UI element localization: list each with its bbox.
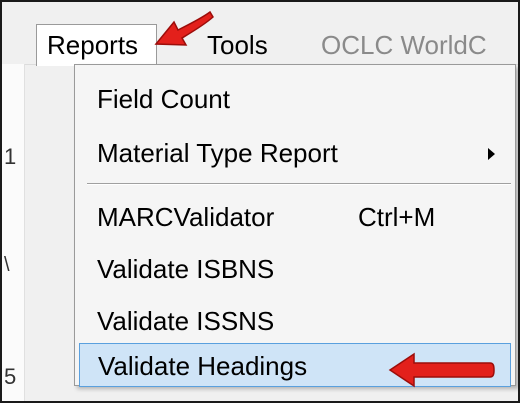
- background-content-strip: 1 \ 5 0919: [2, 64, 35, 401]
- menu-item-validate-issns[interactable]: Validate ISSNS: [75, 299, 515, 343]
- annotation-arrow-icon: [154, 10, 214, 46]
- submenu-arrow-icon: [488, 148, 495, 160]
- menubar: Reports Tools OCLC WorldC: [2, 2, 518, 66]
- menu-item-label: MARCValidator: [97, 202, 275, 232]
- menu-item-shortcut: Ctrl+M: [358, 202, 436, 232]
- background-text: 5: [4, 364, 17, 389]
- menu-item-label: Material Type Report: [97, 138, 338, 168]
- background-text: 1: [4, 144, 17, 169]
- reports-dropdown-menu: Field Count Material Type Report MARCVal…: [74, 64, 516, 387]
- menu-separator: [87, 183, 511, 185]
- menu-oclc-worldcat[interactable]: OCLC WorldC: [321, 30, 487, 60]
- menu-item-validate-isbns[interactable]: Validate ISBNS: [75, 247, 515, 291]
- menu-item-label: Validate Headings: [98, 351, 308, 381]
- menu-item-label: Validate ISBNS: [97, 254, 275, 284]
- menu-reports[interactable]: Reports: [36, 24, 158, 66]
- background-text: 0919: [4, 398, 35, 401]
- menu-item-material-type-report[interactable]: Material Type Report: [75, 131, 515, 175]
- menu-item-marcvalidator[interactable]: MARCValidator Ctrl+M: [75, 195, 515, 239]
- application-window: Reports Tools OCLC WorldC 1 \ 5 0919 Fie…: [0, 0, 520, 403]
- menu-tools[interactable]: Tools: [207, 30, 268, 60]
- background-text: \: [4, 254, 10, 276]
- menu-item-label: Field Count: [97, 84, 230, 114]
- menu-item-field-count[interactable]: Field Count: [75, 77, 515, 121]
- menu-item-label: Validate ISSNS: [97, 306, 275, 336]
- annotation-arrow-icon: [388, 352, 495, 388]
